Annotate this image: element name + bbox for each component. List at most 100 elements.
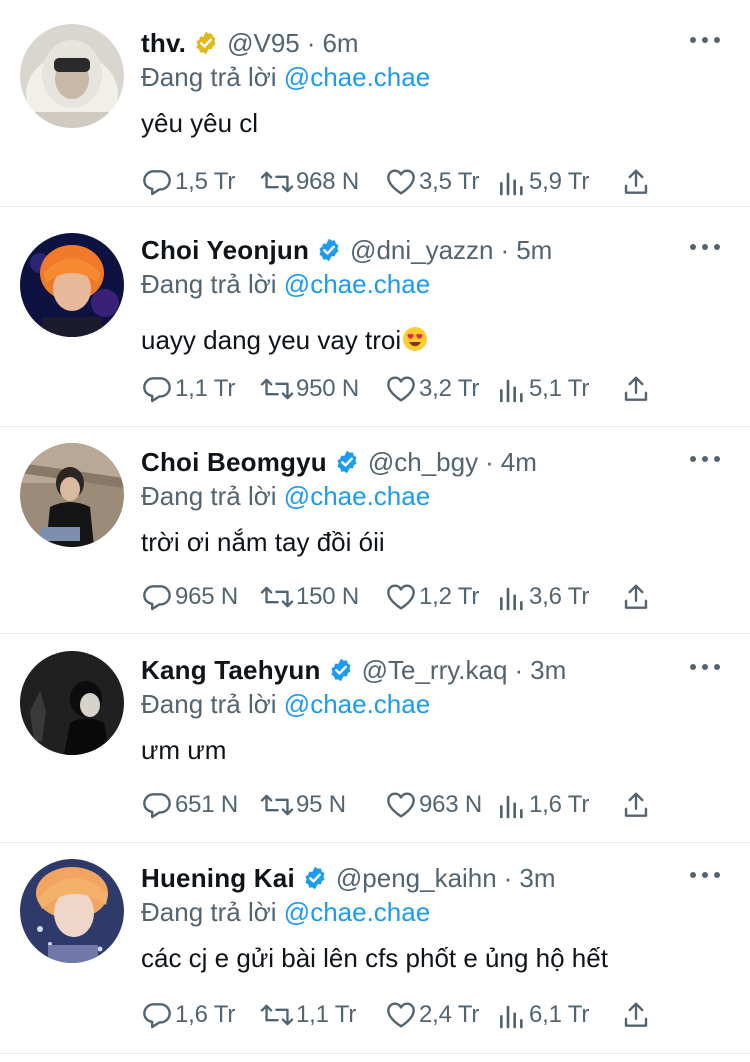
reply-button[interactable]: 651 N	[141, 789, 260, 821]
tweet-header: Kang Taehyun @Te_rry.kaq · 3m	[141, 653, 720, 687]
heart-icon	[385, 789, 417, 821]
separator-dot: ·	[514, 654, 524, 685]
retweet-button[interactable]: 1,1 Tr	[260, 999, 385, 1031]
more-icon[interactable]	[690, 30, 720, 50]
replying-to-label: Đang trả lời	[141, 897, 277, 927]
verified-badge-icon	[316, 237, 342, 263]
retweet-icon	[260, 373, 294, 405]
reply-count: 1,5 Tr	[175, 168, 236, 195]
tweet[interactable]: thv. @V95 · 6m Đang trả lời @chae.chae y…	[0, 0, 750, 207]
mention-link[interactable]: @chae.chae	[284, 689, 430, 719]
replying-to-label: Đang trả lời	[141, 689, 277, 719]
timestamp[interactable]: 6m	[322, 28, 358, 59]
action-bar: 651 N 95 N 963 N 1,6 Tr	[141, 789, 720, 821]
avatar[interactable]	[20, 24, 124, 128]
handle[interactable]: @Te_rry.kaq	[362, 655, 508, 686]
display-name[interactable]: Choi Beomgyu	[141, 447, 327, 478]
verified-badge-icon	[328, 657, 354, 683]
display-name[interactable]: thv.	[141, 28, 186, 59]
tweet[interactable]: Kang Taehyun @Te_rry.kaq · 3m Đang trả l…	[0, 634, 750, 843]
retweet-button[interactable]: 150 N	[260, 581, 385, 613]
display-name[interactable]: Huening Kai	[141, 863, 295, 894]
mention-link[interactable]: @chae.chae	[284, 62, 430, 92]
views-button[interactable]: 5,1 Tr	[497, 373, 621, 405]
tweet[interactable]: Choi Yeonjun @dni_yazzn · 5m Đang trả lờ…	[0, 207, 750, 427]
action-bar: 1,5 Tr 968 N 3,5 Tr 5,9 Tr	[141, 166, 720, 198]
heart-icon	[385, 166, 417, 198]
timestamp[interactable]: 5m	[516, 235, 552, 266]
reply-button[interactable]: 1,1 Tr	[141, 373, 260, 405]
retweet-count: 968 N	[296, 168, 360, 195]
share-icon	[621, 999, 651, 1031]
timestamp[interactable]: 3m	[519, 863, 555, 894]
tweet[interactable]: Huening Kai @peng_kaihn · 3m Đang trả lờ…	[0, 843, 750, 1054]
reply-icon	[141, 166, 173, 198]
like-button[interactable]: 963 N	[385, 789, 497, 821]
share-icon	[621, 373, 651, 405]
handle[interactable]: @ch_bgy	[368, 447, 478, 478]
reply-button[interactable]: 1,5 Tr	[141, 166, 260, 198]
share-button[interactable]	[621, 373, 651, 405]
separator-dot: ·	[503, 862, 513, 893]
display-name[interactable]: Choi Yeonjun	[141, 235, 309, 266]
replying-to-label: Đang trả lời	[141, 62, 277, 92]
avatar[interactable]	[20, 443, 124, 547]
tweet-text: trời ơi nắm tay đồi óii	[141, 527, 385, 557]
avatar[interactable]	[20, 859, 124, 963]
tweet-header: thv. @V95 · 6m	[141, 26, 720, 60]
like-count: 3,2 Tr	[419, 375, 480, 402]
like-button[interactable]: 3,2 Tr	[385, 373, 497, 405]
tweet-header: Choi Beomgyu @ch_bgy · 4m	[141, 445, 720, 479]
retweet-count: 1,1 Tr	[296, 1001, 357, 1028]
mention-link[interactable]: @chae.chae	[284, 481, 430, 511]
more-icon[interactable]	[690, 449, 720, 469]
verified-badge-icon	[334, 449, 360, 475]
handle[interactable]: @V95	[227, 28, 300, 59]
retweet-icon	[260, 789, 294, 821]
reply-count: 1,6 Tr	[175, 1001, 236, 1028]
verified-badge-icon	[302, 865, 328, 891]
share-button[interactable]	[621, 999, 651, 1031]
retweet-button[interactable]: 968 N	[260, 166, 385, 198]
like-count: 2,4 Tr	[419, 1001, 480, 1028]
retweet-button[interactable]: 95 N	[260, 789, 385, 821]
views-button[interactable]: 3,6 Tr	[497, 581, 621, 613]
share-button[interactable]	[621, 789, 651, 821]
views-count: 5,9 Tr	[529, 168, 590, 195]
separator-dot: ·	[306, 27, 316, 58]
action-bar: 1,6 Tr 1,1 Tr 2,4 Tr 6,1 Tr	[141, 999, 720, 1031]
like-button[interactable]: 1,2 Tr	[385, 581, 497, 613]
share-button[interactable]	[621, 166, 651, 198]
retweet-button[interactable]: 950 N	[260, 373, 385, 405]
reply-button[interactable]: 1,6 Tr	[141, 999, 260, 1031]
views-button[interactable]: 5,9 Tr	[497, 166, 621, 198]
action-bar: 1,1 Tr 950 N 3,2 Tr 5,1 Tr	[141, 373, 720, 405]
retweet-count: 95 N	[296, 791, 346, 818]
reply-button[interactable]: 965 N	[141, 581, 260, 613]
mention-link[interactable]: @chae.chae	[284, 897, 430, 927]
like-button[interactable]: 2,4 Tr	[385, 999, 497, 1031]
timestamp[interactable]: 4m	[501, 447, 537, 478]
more-icon[interactable]	[690, 865, 720, 885]
avatar[interactable]	[20, 233, 124, 337]
avatar[interactable]	[20, 651, 124, 755]
mention-link[interactable]: @chae.chae	[284, 269, 430, 299]
retweet-count: 150 N	[296, 583, 360, 610]
timestamp[interactable]: 3m	[530, 655, 566, 686]
handle[interactable]: @peng_kaihn	[336, 863, 497, 894]
views-count: 5,1 Tr	[529, 375, 590, 402]
replying-to: Đang trả lời @chae.chae	[141, 895, 720, 929]
heart-icon	[385, 373, 417, 405]
handle[interactable]: @dni_yazzn	[350, 235, 493, 266]
tweet[interactable]: Choi Beomgyu @ch_bgy · 4m Đang trả lời @…	[0, 427, 750, 634]
views-button[interactable]: 6,1 Tr	[497, 999, 621, 1031]
more-icon[interactable]	[690, 237, 720, 257]
views-button[interactable]: 1,6 Tr	[497, 789, 621, 821]
like-button[interactable]: 3,5 Tr	[385, 166, 497, 198]
display-name[interactable]: Kang Taehyun	[141, 655, 321, 686]
views-icon	[497, 999, 527, 1031]
more-icon[interactable]	[690, 657, 720, 677]
views-count: 6,1 Tr	[529, 1001, 590, 1028]
tweet-text: ưm ưm	[141, 735, 227, 765]
share-button[interactable]	[621, 581, 651, 613]
